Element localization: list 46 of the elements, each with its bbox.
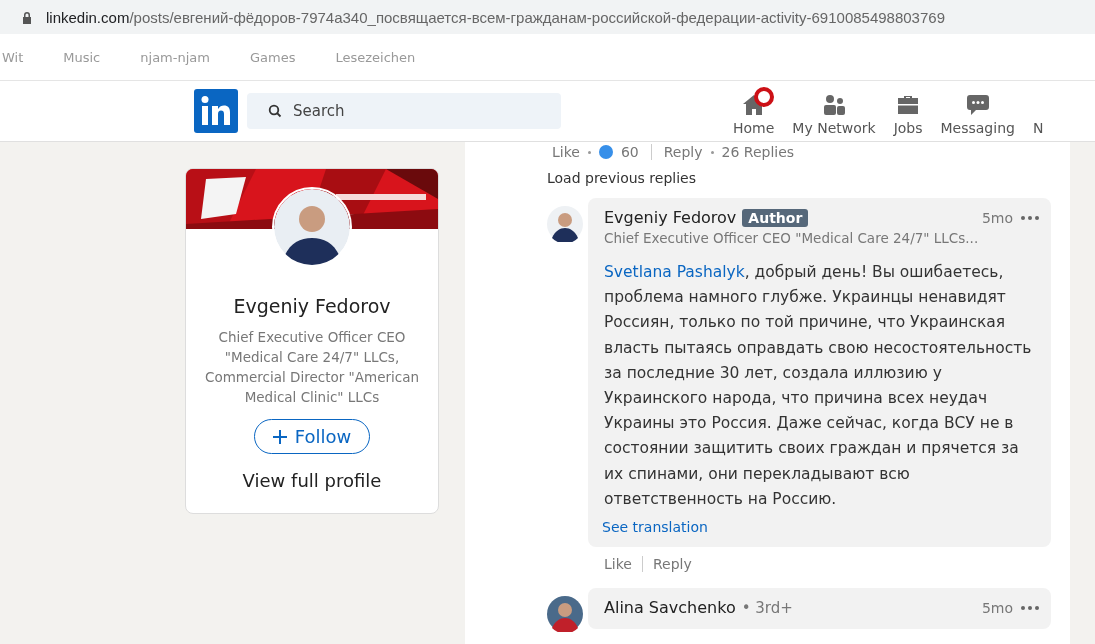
author-badge: Author	[742, 208, 809, 227]
see-translation-link[interactable]: See translation	[602, 519, 1039, 536]
more-icon[interactable]	[1021, 605, 1039, 610]
more-icon[interactable]	[1021, 215, 1039, 220]
view-profile-link[interactable]: View full profile	[242, 470, 382, 491]
nav-item[interactable]: My Network	[783, 86, 885, 136]
bookmark-item[interactable]: Wit	[2, 49, 24, 65]
avatar[interactable]	[272, 187, 352, 267]
commenter-name[interactable]: Alina Savchenko	[604, 598, 736, 618]
bookmark-item[interactable]: Music	[63, 49, 101, 65]
like-link[interactable]: Like	[552, 144, 580, 160]
linkedin-logo[interactable]	[194, 89, 238, 133]
search-field[interactable]: Search	[247, 93, 561, 129]
speech-bubble-icon	[965, 93, 990, 116]
nav-item[interactable]: N	[1023, 86, 1053, 136]
people-icon	[822, 93, 846, 116]
plus-icon	[272, 429, 287, 444]
nav-item[interactable]: Jobs	[884, 86, 932, 136]
profile-name[interactable]: Evgeniy Fedorov	[233, 295, 391, 317]
bookmark-item[interactable]: Games	[249, 49, 296, 65]
comment-time: 5mo	[981, 209, 1013, 226]
comment-time: 5mo	[981, 599, 1013, 616]
reply-link[interactable]: Reply	[663, 144, 703, 160]
like-link[interactable]: Like	[604, 556, 632, 573]
commenter-name[interactable]: Evgeniy Fedorov	[604, 208, 737, 227]
lock-icon	[22, 10, 32, 24]
bookmark-item[interactable]: Lesezeichen	[335, 49, 416, 65]
avatar[interactable]	[547, 206, 583, 242]
reply-link[interactable]: Reply	[652, 556, 692, 573]
search-icon	[268, 104, 282, 118]
nav-item[interactable]: Home	[733, 86, 784, 136]
reaction-icon	[598, 145, 613, 159]
commenter-headline: Chief Executive Officer CEO "Medical Care 24/7" LLCs...	[604, 230, 980, 246]
nav-item[interactable]: Messaging	[931, 86, 1024, 136]
connection-degree: • 3rd+	[741, 598, 793, 617]
follow-button[interactable]: Follow	[253, 419, 371, 454]
separator-dot	[710, 150, 714, 154]
briefcase-icon	[896, 93, 921, 116]
avatar[interactable]	[547, 596, 583, 633]
profile-headline: Chief Executive Officer CEO "Medical Care 24/7" LLCs, Commercial Director "American Medical Clinic" LLCs	[204, 328, 420, 407]
separator-dot	[587, 150, 591, 154]
reaction-count[interactable]: 60	[620, 144, 639, 160]
comment-text: Svetlana Pashalyk, добрый день! Вы ошибаетесь, проблема намного глубже. Украинцы ненавидят Россиян, только по той причине, что Украинская власть пытаясь оправдать свою несостоятельность за последние 30 лет, создала иллюзию у Украинского народа, что причина всех неудач Украины это Россия. Даже сейчас, когда ВСУ не в состоянии защитить своих граждан и прячется за их спинами, они перекладывают всю ответственность на Россию.	[604, 262, 1033, 510]
bookmark-item[interactable]: njam-njam	[140, 49, 210, 65]
load-previous-link[interactable]: Load previous replies	[547, 170, 1070, 186]
replies-count[interactable]: 26 Replies	[721, 144, 795, 160]
